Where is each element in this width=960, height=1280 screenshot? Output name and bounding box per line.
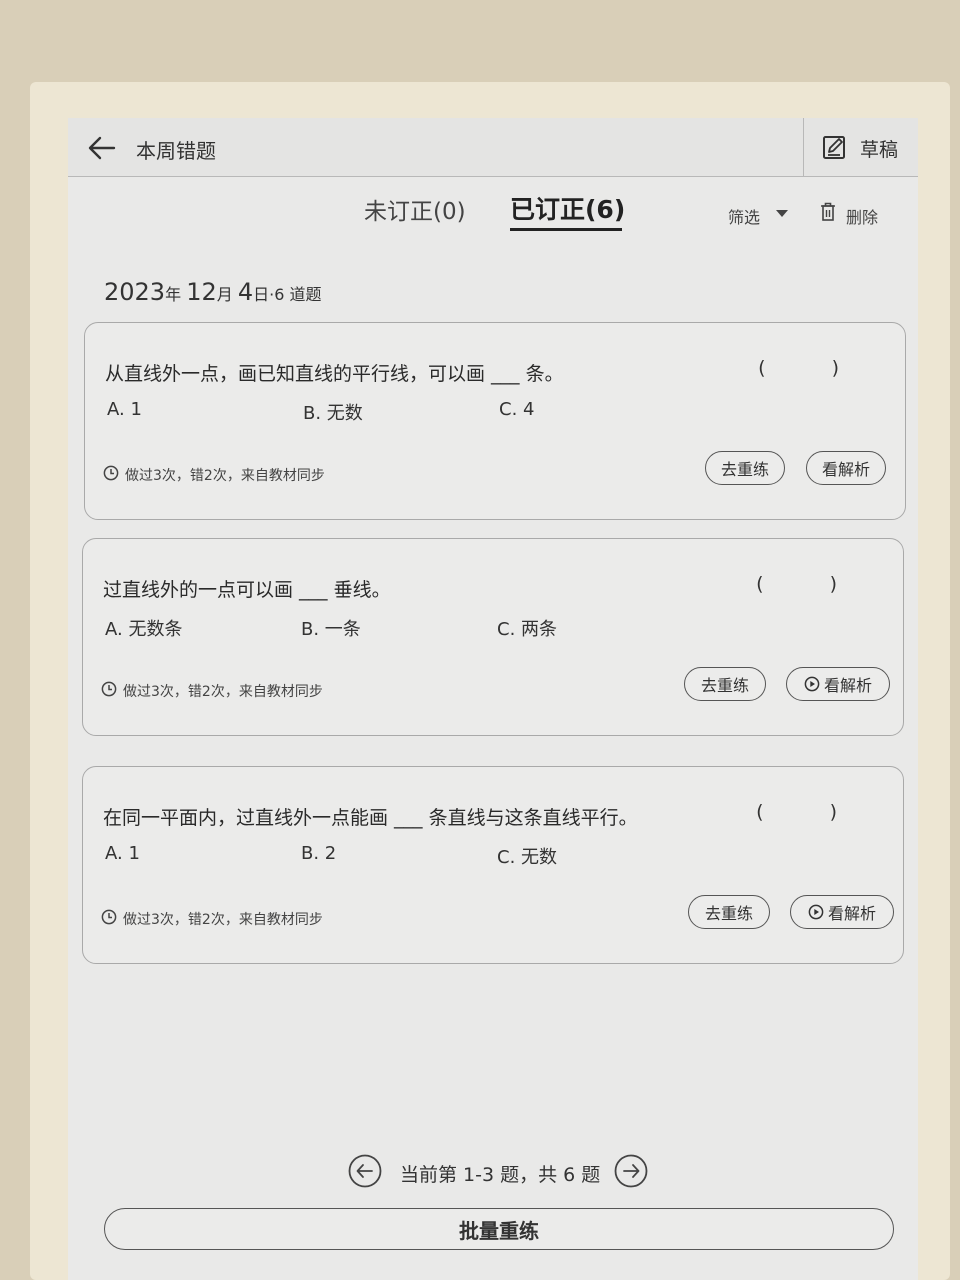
screen: 本周错题 草稿 未订正(0) 已订正(6) 筛选 删除 2023年 12月 4日… <box>68 118 918 1280</box>
question-text: 过直线外的一点可以画 ___ 垂线。 <box>103 579 391 601</box>
view-analysis-button[interactable]: 看解析 <box>786 667 890 701</box>
date-year: 2023 <box>104 278 166 306</box>
batch-retry-label: 批量重练 <box>459 1218 539 1243</box>
option-a: A. 1 <box>105 843 140 864</box>
option-c: C. 两条 <box>497 619 558 640</box>
clock-icon <box>101 909 117 925</box>
retry-label: 去重练 <box>720 460 769 479</box>
date-month-unit: 月 <box>216 285 233 304</box>
pagination: 当前第 1-3 题，共 6 题 <box>348 1152 648 1192</box>
question-card[interactable]: 从直线外一点，画已知直线的平行线，可以画 ___ 条。 ( ) A. 1 B. … <box>84 322 906 520</box>
option-a: A. 1 <box>107 399 142 420</box>
clock-icon <box>103 465 119 481</box>
retry-button[interactable]: 去重练 <box>684 667 766 701</box>
filter-dropdown[interactable]: 筛选 <box>728 204 760 228</box>
analysis-label: 看解析 <box>823 676 872 695</box>
play-circle-icon <box>804 676 820 692</box>
view-analysis-button[interactable]: 看解析 <box>806 451 886 485</box>
answer-parens: ( ) <box>756 801 867 823</box>
analysis-label: 看解析 <box>821 460 870 479</box>
clock-icon <box>101 681 117 697</box>
back-arrow-icon[interactable] <box>86 134 118 162</box>
tab-uncorrected[interactable]: 未订正(0) <box>364 192 466 226</box>
circle-arrow-right-icon[interactable] <box>614 1154 648 1188</box>
practice-stats: 做过3次，错2次，来自教材同步 <box>123 912 323 928</box>
question-count: ·6 道题 <box>269 285 322 304</box>
option-a: A. 无数条 <box>105 619 183 640</box>
view-analysis-button[interactable]: 看解析 <box>790 895 894 929</box>
retry-label: 去重练 <box>704 904 753 923</box>
option-b: B. 一条 <box>301 619 361 640</box>
date-day-unit: 日 <box>253 285 270 304</box>
caret-down-icon[interactable] <box>776 210 788 217</box>
tab-corrected[interactable]: 已订正(6) <box>510 190 625 226</box>
analysis-label: 看解析 <box>827 904 876 923</box>
retry-label: 去重练 <box>700 676 749 695</box>
date-month: 12 <box>186 278 217 306</box>
practice-stats: 做过3次，错2次，来自教材同步 <box>123 684 323 700</box>
option-c: C. 4 <box>499 399 535 420</box>
top-bar: 本周错题 草稿 <box>68 118 918 177</box>
delete-button[interactable]: 删除 <box>846 204 878 228</box>
draft-button[interactable]: 草稿 <box>803 118 918 176</box>
question-text: 在同一平面内，过直线外一点能画 ___ 条直线与这条直线平行。 <box>103 807 638 829</box>
circle-arrow-left-icon[interactable] <box>348 1154 382 1188</box>
option-b: B. 无数 <box>303 403 363 424</box>
trash-icon[interactable] <box>820 202 836 221</box>
pagination-status: 当前第 1-3 题，共 6 题 <box>400 1164 601 1186</box>
retry-button[interactable]: 去重练 <box>705 451 785 485</box>
question-card[interactable]: 过直线外的一点可以画 ___ 垂线。 ( ) A. 无数条 B. 一条 C. 两… <box>82 538 904 736</box>
date-day: 4 <box>237 278 254 306</box>
option-b: B. 2 <box>301 843 337 864</box>
date-year-unit: 年 <box>165 285 182 304</box>
answer-parens: ( ) <box>756 573 867 595</box>
edit-note-icon <box>823 136 845 159</box>
option-c: C. 无数 <box>497 847 558 868</box>
batch-retry-button[interactable]: 批量重练 <box>104 1208 894 1250</box>
draft-label: 草稿 <box>860 139 899 161</box>
practice-stats: 做过3次，错2次，来自教材同步 <box>125 468 325 484</box>
question-card[interactable]: 在同一平面内，过直线外一点能画 ___ 条直线与这条直线平行。 ( ) A. 1… <box>82 766 904 964</box>
answer-parens: ( ) <box>758 357 869 379</box>
date-group-header: 2023年 12月 4日·6 道题 <box>104 278 322 306</box>
retry-button[interactable]: 去重练 <box>688 895 770 929</box>
page-title: 本周错题 <box>136 139 216 163</box>
question-text: 从直线外一点，画已知直线的平行线，可以画 ___ 条。 <box>105 363 564 385</box>
active-tab-indicator <box>510 228 622 231</box>
play-circle-icon <box>808 904 824 920</box>
